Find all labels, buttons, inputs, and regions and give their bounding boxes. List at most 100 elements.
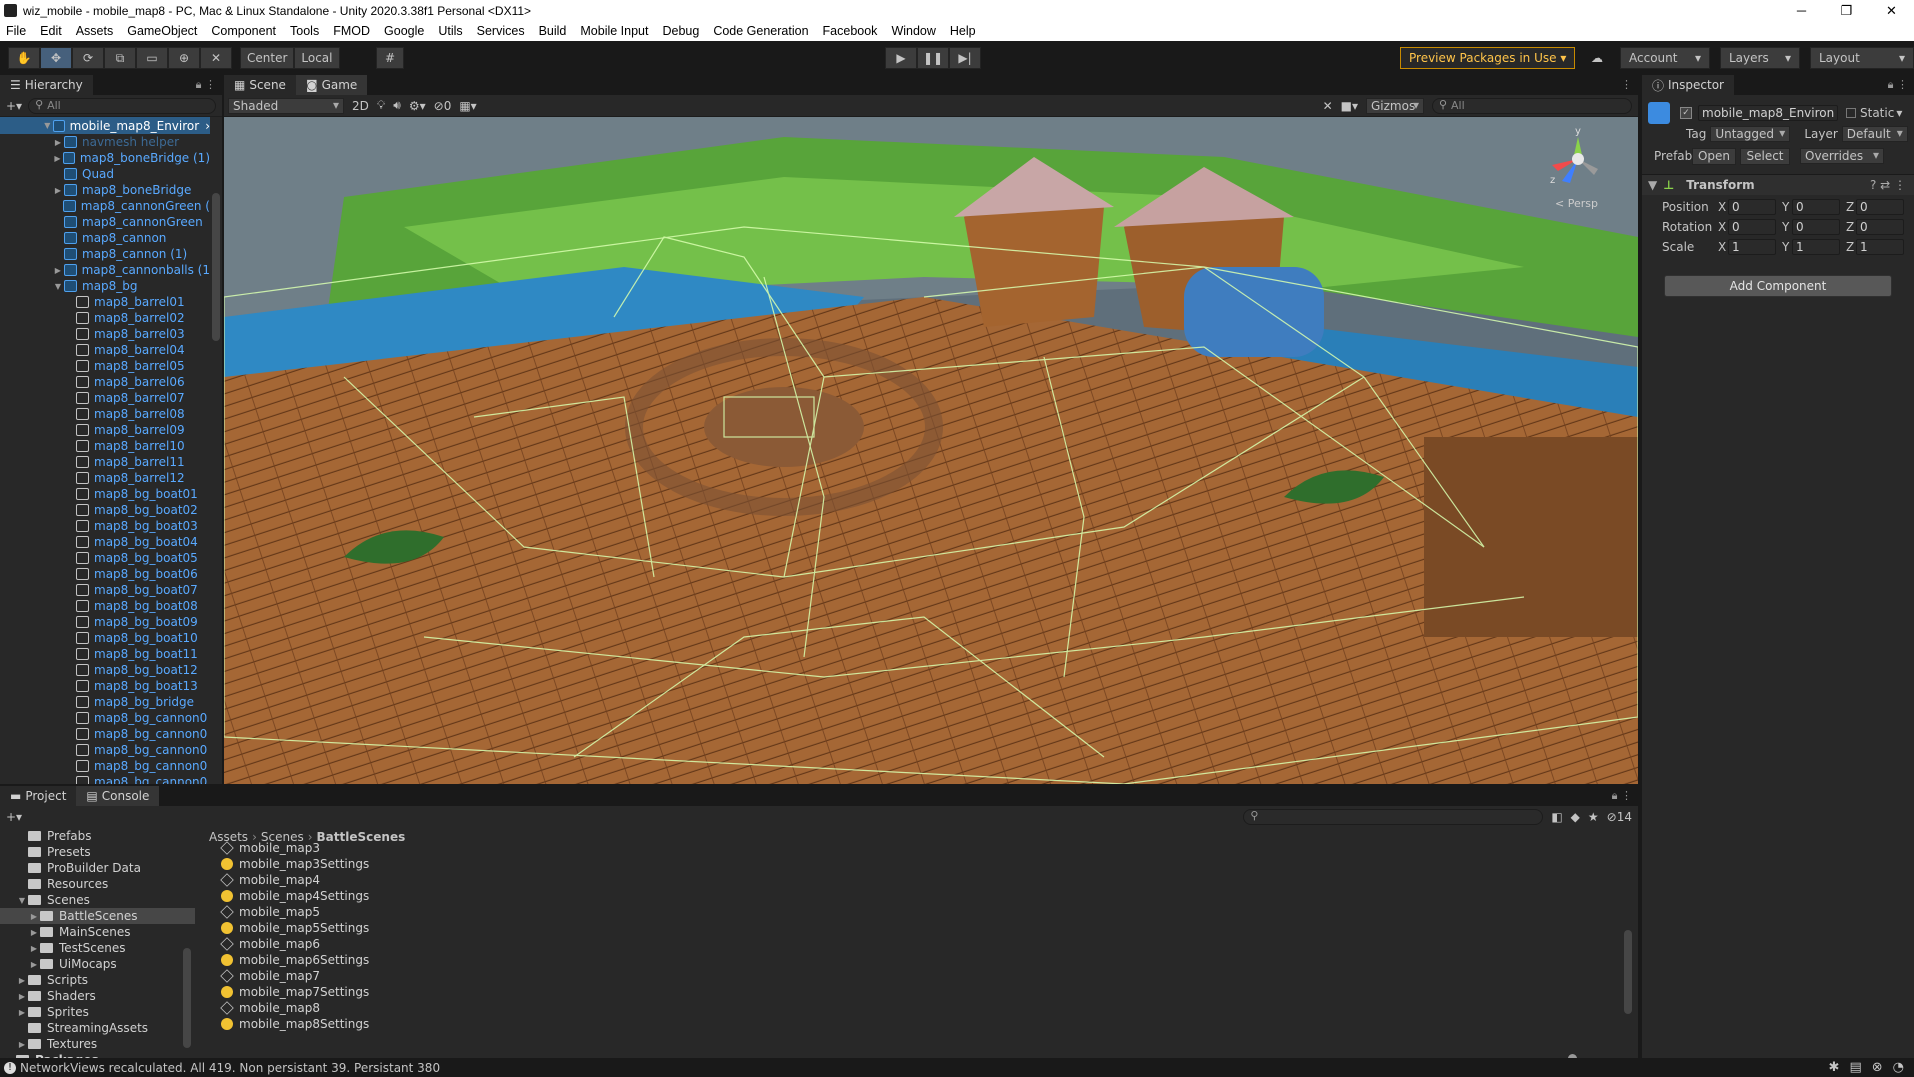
tab-inspector[interactable]: ⓘ Inspector [1642,75,1734,95]
file-list-item[interactable]: mobile_map3Settings [199,856,1599,872]
hierarchy-item[interactable]: map8_barrel12 [0,470,210,486]
transform-row-label[interactable]: Position [1662,200,1716,214]
persp-label[interactable]: < Persp [1555,197,1598,210]
rotate-tool-icon[interactable]: ⟳ [72,47,104,69]
tab-console[interactable]: ▤ Console [76,786,160,806]
static-label[interactable]: Static [1860,106,1894,120]
project-folder-item[interactable]: Prefabs [0,828,195,844]
project-folder-item[interactable]: ▶ Textures [0,1036,195,1052]
project-folder-item[interactable]: Presets [0,844,195,860]
hierarchy-item[interactable]: map8_barrel07 [0,390,210,406]
lock-icon[interactable]: 🔒︎ ⋮ [196,78,216,92]
file-list-item[interactable]: mobile_map6Settings [199,952,1599,968]
hierarchy-item[interactable]: map8_barrel05 [0,358,210,374]
menu-item-google[interactable]: Google [384,24,424,38]
menu-item-file[interactable]: File [6,24,26,38]
project-search-input[interactable] [1243,809,1544,825]
transform-row-label[interactable]: Scale [1662,240,1716,254]
hierarchy-item[interactable]: map8_bg_boat12 [0,662,210,678]
expand-arrow-icon[interactable]: ▼ [42,121,53,130]
menu-item-component[interactable]: Component [211,24,276,38]
axis-x-label[interactable]: X [1716,240,1728,254]
preview-packages-button[interactable]: Preview Packages in Use ▾ [1400,47,1576,69]
rotation-z-field[interactable]: 0 [1856,219,1904,235]
grid-snap-icon[interactable]: # [376,47,404,69]
scale-x-field[interactable]: 1 [1728,239,1776,255]
expand-arrow-icon[interactable]: ▶ [28,928,40,937]
expand-arrow-icon[interactable]: ▶ [16,1040,28,1049]
active-checkbox[interactable]: ✓ [1680,107,1692,119]
file-list-item[interactable]: mobile_map4Settings [199,888,1599,904]
rotation-x-field[interactable]: 0 [1728,219,1776,235]
file-list-item[interactable]: mobile_map8 [199,1000,1599,1016]
menu-item-fmod[interactable]: FMOD [333,24,370,38]
menu-item-utils[interactable]: Utils [438,24,462,38]
hierarchy-item[interactable]: map8_barrel04 [0,342,210,358]
scale-y-field[interactable]: 1 [1792,239,1840,255]
hierarchy-item[interactable]: map8_cannon (1) [0,246,210,262]
hierarchy-item[interactable]: map8_barrel02 [0,310,210,326]
expand-arrow-icon[interactable]: ▶ [28,960,40,969]
pivot-local-button[interactable]: Local [294,47,340,69]
project-folder-item[interactable]: ▶ Shaders [0,988,195,1004]
hidden-packages-icon[interactable]: ⊘14 [1607,810,1632,824]
expand-arrow-icon[interactable]: ▶ [16,976,28,985]
project-folder-item[interactable]: ▼ Scenes [0,892,195,908]
filter-type-icon[interactable]: ◧ [1551,810,1562,824]
hierarchy-item[interactable]: ▶ map8_boneBridge (1) [0,150,210,166]
hierarchy-item[interactable]: ▶ navmesh helper [0,134,210,150]
transform-header[interactable]: ▼ ⊥ Transform ? ⇄ ⋮ [1642,175,1914,195]
hierarchy-item[interactable]: map8_barrel06 [0,374,210,390]
expand-arrow-icon[interactable]: ▶ [52,154,63,163]
menu-item-code-generation[interactable]: Code Generation [713,24,808,38]
static-checkbox[interactable] [1846,108,1856,118]
hierarchy-item[interactable]: map8_bg_boat02 [0,502,210,518]
minimize-button[interactable]: ─ [1779,0,1824,21]
status-message[interactable]: NetworkViews recalculated. All 419. Non … [20,1061,440,1075]
cache-icon[interactable]: ▤ [1849,1060,1861,1075]
menu-item-tools[interactable]: Tools [290,24,319,38]
hierarchy-item[interactable]: map8_bg_cannon0 [0,742,210,758]
create-asset-button[interactable]: +▾ [6,810,22,824]
foldout-arrow-icon[interactable]: ▼ [1648,178,1657,192]
inspector-lock-icon[interactable]: 🔒︎ ⋮ [1888,78,1908,92]
prefab-overrides-dropdown[interactable]: Overrides [1800,148,1884,164]
expand-arrow-icon[interactable]: ▶ [52,266,64,275]
project-folder-item[interactable]: ▶ UiMocaps [0,956,195,972]
expand-arrow-icon[interactable]: ▶ [16,992,28,1001]
project-tree-scrollbar[interactable] [183,948,191,1048]
project-folder-item[interactable]: StreamingAssets [0,1020,195,1036]
hierarchy-item[interactable]: Quad [0,166,210,182]
hierarchy-item[interactable]: map8_bg_bridge [0,694,210,710]
hierarchy-item[interactable]: map8_bg_boat06 [0,566,210,582]
axis-z-label[interactable]: Z [1844,200,1856,214]
hierarchy-item[interactable]: ▶ map8_cannonballs (1 [0,262,210,278]
file-list-item[interactable]: mobile_map3 [199,840,1599,856]
expand-arrow-icon[interactable]: ▶ [28,944,40,953]
hierarchy-item[interactable]: map8_bg_cannon0 [0,758,210,774]
expand-arrow-icon[interactable]: ▼ [16,896,28,905]
menu-item-edit[interactable]: Edit [40,24,62,38]
expand-arrow-icon[interactable]: ▶ [52,138,64,147]
project-folder-item[interactable]: Resources [0,876,195,892]
scale-z-field[interactable]: 1 [1856,239,1904,255]
tag-dropdown[interactable]: Untagged [1710,126,1791,142]
menu-item-gameobject[interactable]: GameObject [127,24,197,38]
hierarchy-item[interactable]: map8_bg_cannon0 [0,774,210,784]
chevron-down-icon[interactable]: ▾ [1896,106,1902,120]
prefab-select-button[interactable]: Select [1740,147,1790,165]
account-dropdown[interactable]: Account ▾ [1620,47,1710,69]
project-folder-item[interactable]: ▶ MainScenes [0,924,195,940]
scale-tool-icon[interactable]: ⧉ [104,47,136,69]
pause-button-icon[interactable]: ❚❚ [917,47,949,69]
axis-x-label[interactable]: X [1716,200,1728,214]
hierarchy-item[interactable]: map8_bg_boat10 [0,630,210,646]
hierarchy-item[interactable]: map8_bg_boat07 [0,582,210,598]
more-options-icon[interactable]: ⋮ [1621,78,1632,91]
hand-tool-icon[interactable]: ✋ [8,47,40,69]
hierarchy-item[interactable]: map8_bg_boat03 [0,518,210,534]
hierarchy-item[interactable]: map8_bg_cannon0 [0,726,210,742]
debug-icon[interactable]: ✱ [1829,1060,1840,1075]
component-menu-icon[interactable]: ? ⇄ ⋮ [1870,178,1906,192]
menu-item-services[interactable]: Services [477,24,525,38]
